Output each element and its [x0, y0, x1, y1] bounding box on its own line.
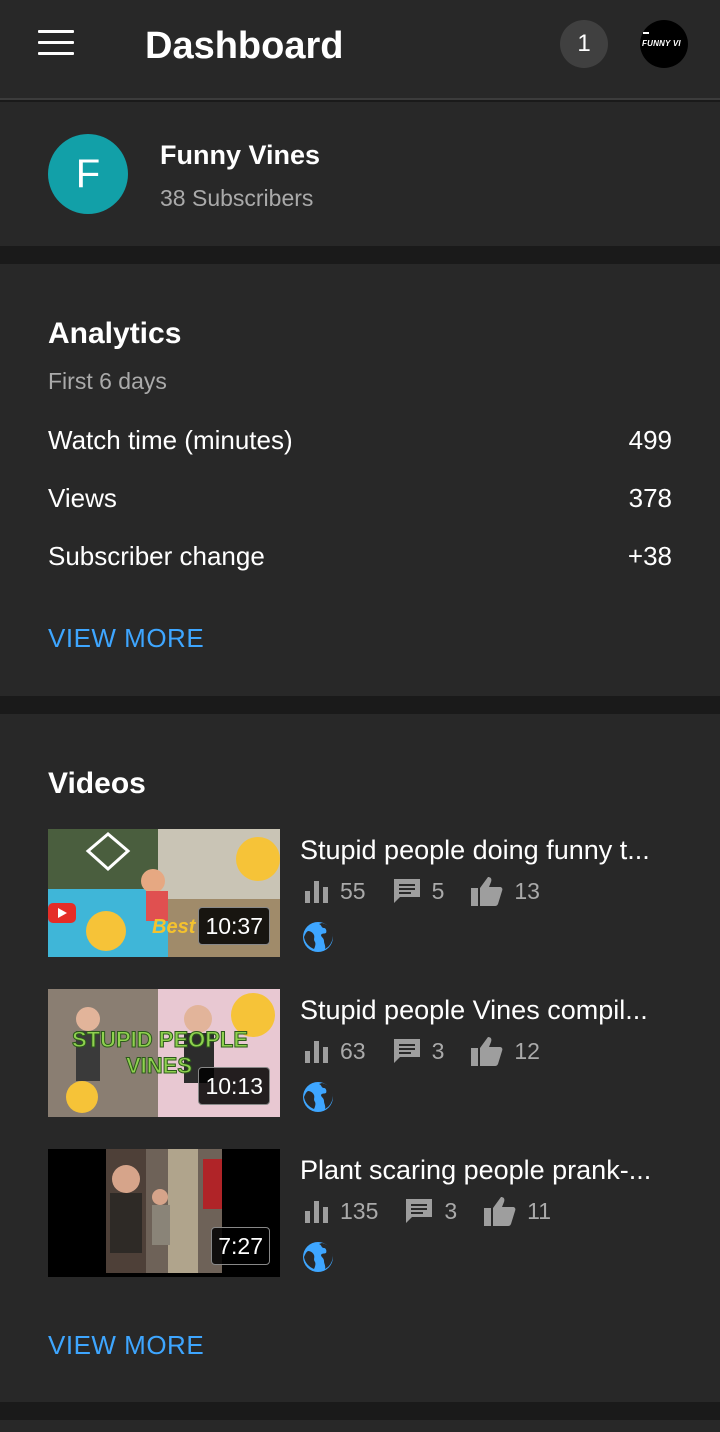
svg-text:VINES: VINES [126, 1053, 192, 1078]
video-thumbnail[interactable]: 7:27 [48, 1149, 280, 1277]
video-stats: 63 3 12 [304, 1033, 566, 1069]
menu-icon-bar [38, 52, 74, 55]
video-duration: 7:27 [211, 1227, 270, 1265]
video-title: Plant scaring people prank-... [300, 1155, 652, 1185]
logo-mark-icon [643, 32, 649, 36]
video-stats: 135 3 11 [304, 1193, 577, 1229]
metric-label-watch-time: Watch time (minutes) [48, 425, 293, 455]
thumbs-up-icon [484, 1197, 516, 1226]
metric-value-views: 378 [628, 483, 672, 513]
view-count: 135 [340, 1198, 379, 1224]
channel-name: Funny Vines [160, 140, 321, 170]
globe-icon [303, 922, 333, 952]
video-duration: 10:13 [198, 1067, 270, 1105]
app-bar: Dashboard 1 FUNNY VI [0, 0, 720, 100]
channel-avatar[interactable]: F [48, 134, 128, 214]
account-avatar[interactable]: FUNNY VI [640, 20, 688, 68]
videos-card: Videos Best 10:37 Stupid people doing fu… [0, 714, 720, 1402]
avatar-logo-text: FUNNY VI [642, 39, 681, 48]
video-title: Stupid people doing funny t... [300, 835, 650, 865]
like-count: 13 [514, 878, 540, 904]
video-stats: 55 5 13 [304, 873, 566, 909]
globe-icon [303, 1082, 333, 1112]
metric-label-subscriber-change: Subscriber change [48, 541, 265, 571]
videos-view-more-button[interactable]: VIEW MORE [48, 1327, 204, 1363]
comment-count: 3 [444, 1198, 458, 1224]
comment-icon [393, 879, 420, 903]
analytics-card: Analytics First 6 days Watch time (minut… [0, 264, 720, 696]
comment-count: 3 [431, 1038, 445, 1064]
svg-text:Best: Best [152, 916, 197, 938]
video-thumbnail[interactable]: STUPID PEOPLE VINES 10:13 [48, 989, 280, 1117]
view-count: 55 [340, 878, 366, 904]
metric-value-watch-time: 499 [628, 425, 672, 455]
like-count: 12 [514, 1038, 540, 1064]
video-item[interactable]: STUPID PEOPLE VINES 10:13 Stupid people … [48, 989, 672, 1117]
menu-icon [38, 30, 74, 33]
bar-chart-icon [305, 1041, 328, 1063]
page-title: Dashboard [145, 25, 344, 67]
video-title: Stupid people Vines compil... [300, 995, 648, 1025]
bar-chart-icon [305, 881, 328, 903]
analytics-period: First 6 days [48, 368, 167, 394]
bar-chart-icon [305, 1201, 328, 1223]
subscriber-count: 38 Subscribers [160, 185, 314, 211]
video-item[interactable]: 7:27 Plant scaring people prank-... 135 … [48, 1149, 672, 1277]
metric-label-views: Views [48, 483, 117, 513]
svg-text:STUPID PEOPLE: STUPID PEOPLE [72, 1027, 248, 1052]
thumbs-up-icon [471, 1037, 503, 1066]
menu-icon-bar [38, 41, 74, 44]
comment-icon [393, 1039, 420, 1063]
view-count: 63 [340, 1038, 366, 1064]
metric-value-subscriber-change: +38 [627, 541, 672, 571]
channel-header: F Funny Vines 38 Subscribers [0, 102, 720, 246]
video-duration: 10:37 [198, 907, 270, 945]
next-card-edge [0, 1420, 720, 1432]
like-count: 11 [527, 1198, 552, 1224]
globe-icon [303, 1242, 333, 1272]
menu-button[interactable] [36, 30, 76, 58]
comment-count: 5 [431, 878, 445, 904]
analytics-view-more-button[interactable]: VIEW MORE [48, 620, 204, 656]
notification-badge[interactable]: 1 [560, 20, 608, 68]
video-thumbnail[interactable]: Best 10:37 [48, 829, 280, 957]
comment-icon [406, 1199, 433, 1223]
thumbs-up-icon [471, 877, 503, 906]
video-item[interactable]: Best 10:37 Stupid people doing funny t..… [48, 829, 672, 957]
videos-title: Videos [48, 767, 146, 800]
analytics-title: Analytics [48, 317, 182, 350]
